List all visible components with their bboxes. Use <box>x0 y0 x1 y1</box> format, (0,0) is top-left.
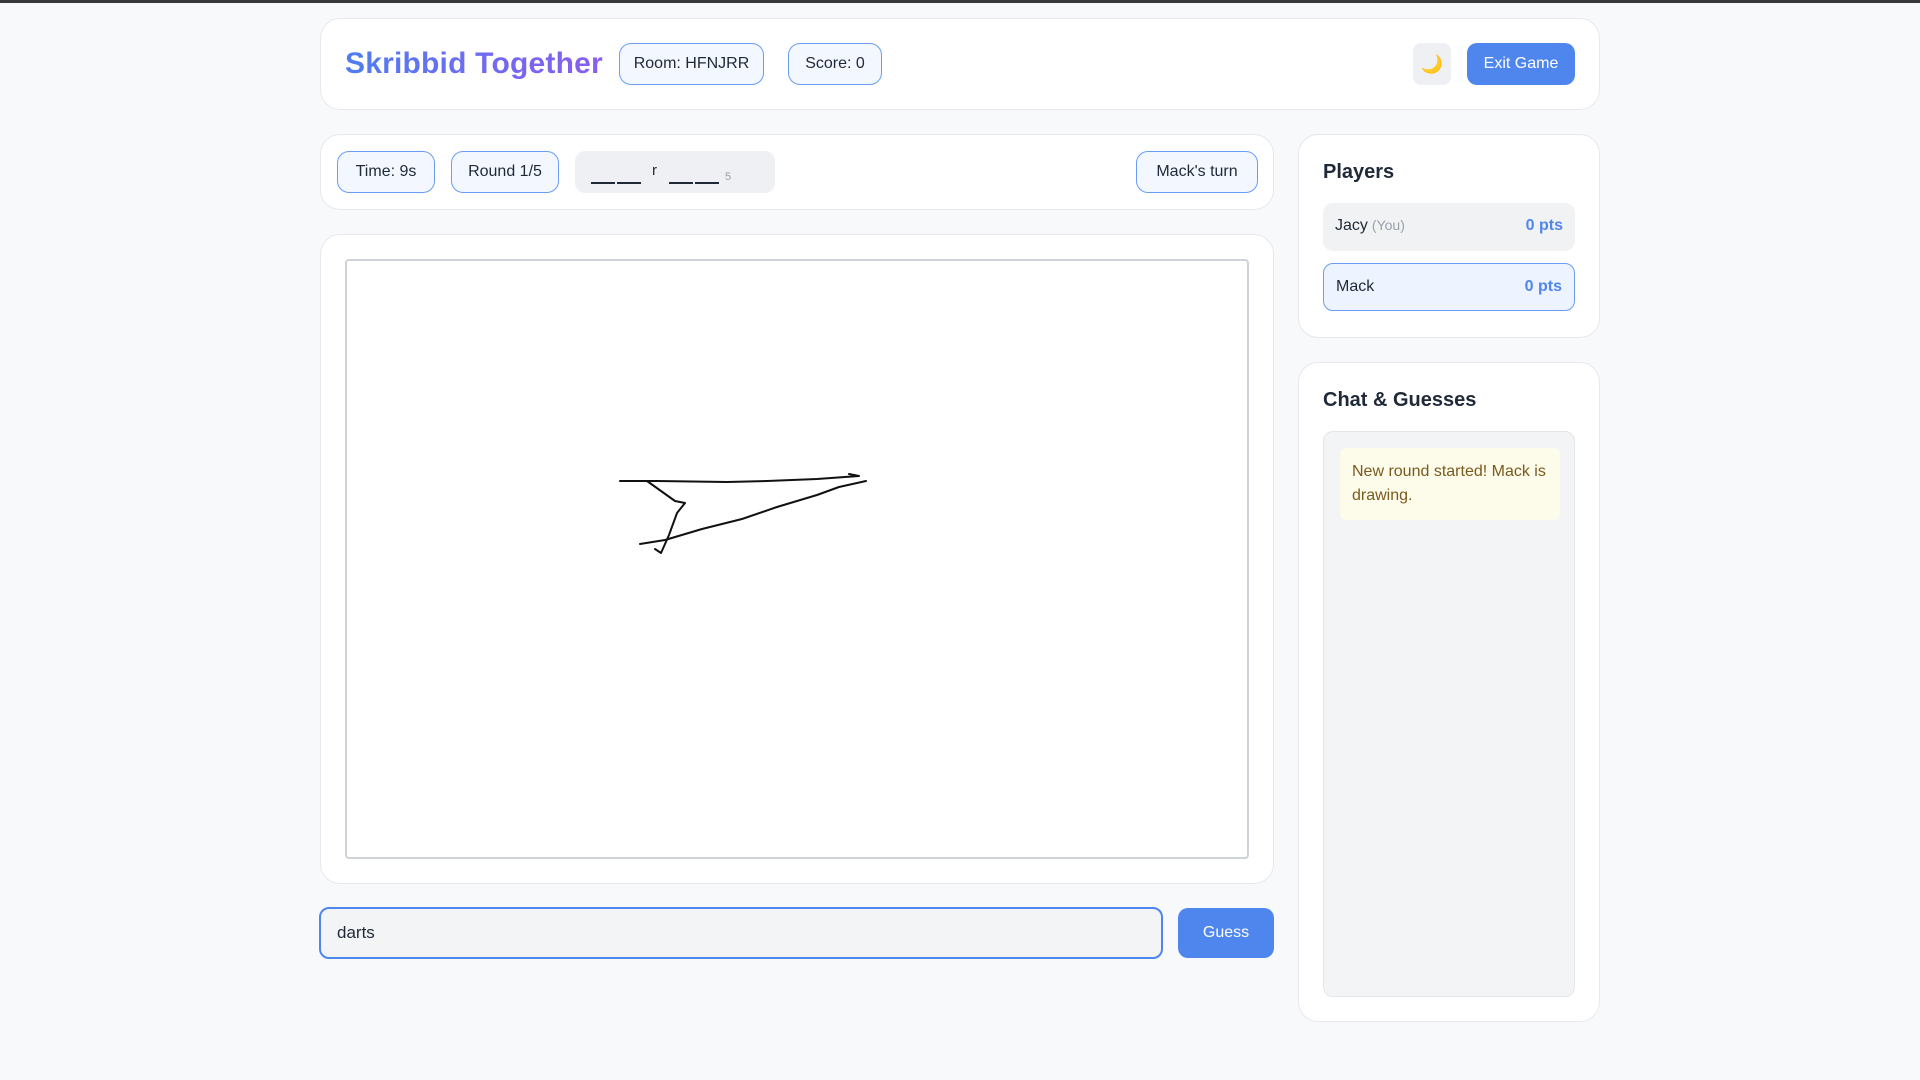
player-name: Jacy <box>1335 217 1368 234</box>
drawing-canvas[interactable] <box>345 259 1249 859</box>
player-points: 0 pts <box>1524 278 1562 295</box>
guess-input[interactable] <box>319 907 1163 959</box>
app-header: Skribbid Together Room: HFNJRR Score: 0 … <box>320 18 1600 110</box>
current-turn-badge: Mack's turn <box>1136 151 1258 193</box>
player-points: 0 pts <box>1525 217 1563 234</box>
window-top-border <box>0 0 1920 3</box>
you-tag: (You) <box>1371 217 1405 233</box>
app-logo: Skribbid Together <box>345 47 603 80</box>
moon-icon: 🌙 <box>1420 53 1444 74</box>
exit-game-button[interactable]: Exit Game <box>1467 43 1575 85</box>
player-row-active: Mack 0 pts <box>1323 263 1575 311</box>
system-message: New round started! Mack is drawing. <box>1340 448 1560 520</box>
drawing-stroke <box>639 480 867 545</box>
hint-blank <box>591 182 615 184</box>
hint-blank <box>695 182 719 184</box>
drawing-panel <box>320 234 1274 884</box>
timer-badge: Time: 9s <box>337 151 435 193</box>
drawing-stroke <box>619 473 860 483</box>
player-name: Mack <box>1336 278 1375 295</box>
hint-word-length: 5 <box>725 171 732 183</box>
drawing-strokes <box>619 473 867 554</box>
players-title: Players <box>1323 161 1395 183</box>
round-badge: Round 1/5 <box>451 151 559 193</box>
hint-blank <box>617 182 641 184</box>
player-row: Jacy (You) 0 pts <box>1323 203 1575 251</box>
hint-letter: r <box>652 162 657 179</box>
game-status-bar: Time: 9s Round 1/5 r 5 Mack's turn <box>320 134 1274 210</box>
room-code-badge: Room: HFNJRR <box>619 43 764 85</box>
chat-panel: Chat & Guesses New round started! Mack i… <box>1298 362 1600 1022</box>
player-name-wrapper: Jacy (You) <box>1335 217 1405 235</box>
word-hint: r 5 <box>575 151 775 193</box>
chat-title: Chat & Guesses <box>1323 389 1477 411</box>
theme-toggle-button[interactable]: 🌙 <box>1413 43 1451 85</box>
players-panel: Players Jacy (You) 0 pts Mack 0 pts <box>1298 134 1600 338</box>
guess-button[interactable]: Guess <box>1178 908 1274 958</box>
score-badge: Score: 0 <box>788 43 882 85</box>
chat-messages[interactable]: New round started! Mack is drawing. <box>1323 431 1575 997</box>
hint-blank <box>669 182 693 184</box>
